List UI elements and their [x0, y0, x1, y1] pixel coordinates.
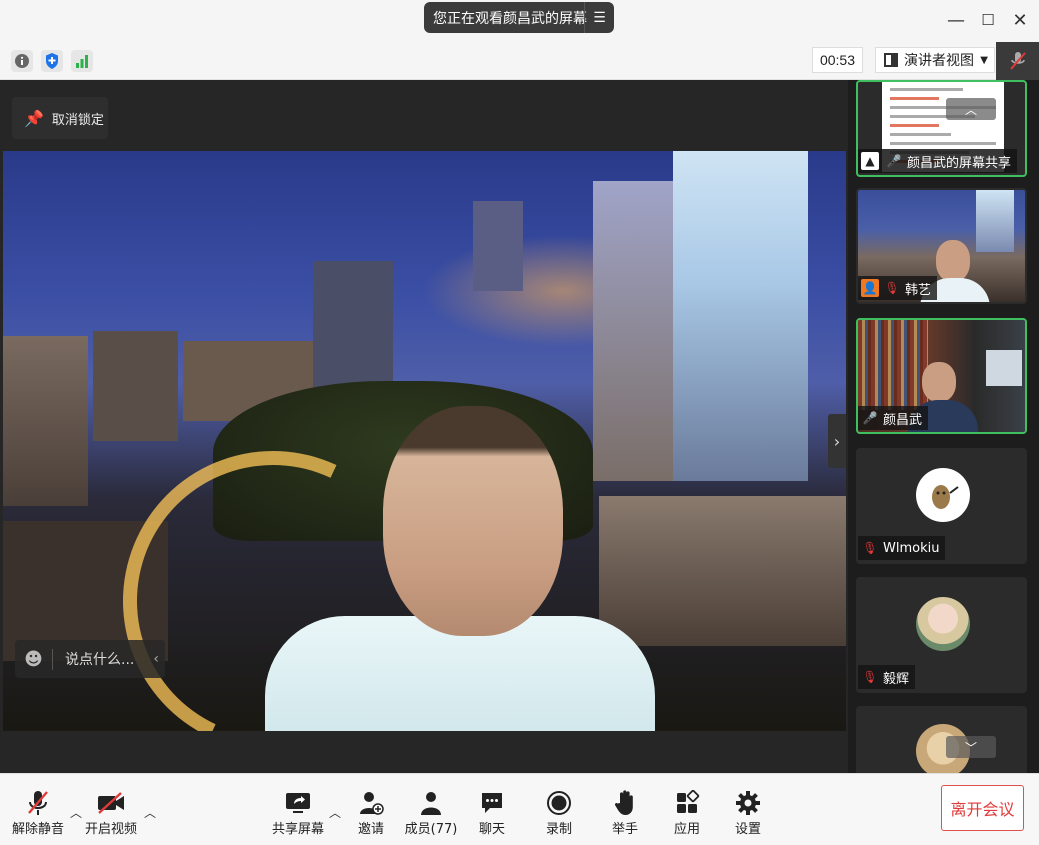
share-screen-icon [284, 788, 312, 818]
raise-hand-button[interactable]: 举手 [595, 788, 655, 842]
chat-button[interactable]: 聊天 [462, 788, 522, 842]
minimize-button[interactable]: — [944, 8, 968, 32]
emoji-icon[interactable]: ☻ [15, 648, 53, 670]
share-screen-label: 共享屏幕 [271, 822, 324, 837]
title-bar: 您正在观看颜昌武的屏幕 ☰ — ☐ ✕ [0, 0, 1039, 42]
participant-tile[interactable]: ︿ ▲ 🎤 颜昌武的屏幕共享 [856, 80, 1027, 177]
mic-off-toggle[interactable] [996, 42, 1039, 80]
scroll-up-button[interactable]: ︿ [946, 98, 996, 120]
close-button[interactable]: ✕ [1008, 8, 1032, 32]
maximize-button[interactable]: ☐ [976, 8, 1000, 32]
info-icon[interactable] [11, 50, 33, 72]
participant-name: 韩艺 [905, 282, 932, 298]
unlock-label: 取消锁定 [51, 112, 104, 128]
apps-icon [674, 788, 700, 818]
speaker-person [265, 406, 655, 731]
invite-label: 邀请 [357, 822, 384, 837]
view-mode-select[interactable]: 演讲者视图 ▼ [875, 47, 995, 73]
mic-off-icon: 🎙 [884, 281, 900, 295]
raise-hand-label: 举手 [611, 822, 638, 837]
mic-icon: 🎤 [886, 154, 902, 168]
participant-name: 颜昌武 [883, 412, 923, 428]
main-video-stage: 📌 取消锁定 ☻ 说点什么... ‹ › [0, 80, 848, 773]
person-icon: 👤 [861, 279, 879, 297]
start-video-label: 开启视频 [84, 822, 137, 837]
participant-tile[interactable]: ﹀ [856, 706, 1027, 773]
sharing-notice-pill: 您正在观看颜昌武的屏幕 ☰ [424, 2, 614, 33]
avatar [916, 597, 970, 651]
members-button[interactable]: 成员(77) [401, 788, 461, 842]
participant-tile[interactable]: 🎙 毅辉 [856, 577, 1027, 693]
leave-meeting-button[interactable]: 离开会议 [941, 785, 1024, 831]
mic-off-icon [26, 788, 50, 818]
gear-icon [735, 788, 761, 818]
participant-name: Wlmokiu [883, 540, 940, 556]
shield-icon[interactable] [41, 50, 63, 72]
chevron-up-icon[interactable]: ︿ [329, 804, 341, 821]
chevron-up-icon[interactable]: ︿ [144, 804, 156, 821]
video-off-icon [96, 788, 126, 818]
settings-label: 设置 [734, 822, 761, 837]
toolbar: 00:53 演讲者视图 ▼ [0, 42, 1039, 80]
layout-icon [884, 53, 898, 67]
avatar [916, 468, 970, 522]
chat-label: 聊天 [478, 822, 505, 837]
participant-tile[interactable]: 🎤 颜昌武 [856, 318, 1027, 434]
view-mode-label: 演讲者视图 [904, 53, 974, 69]
mic-off-icon: 🎙 [862, 541, 878, 555]
sharing-notice-text: 您正在观看颜昌武的屏幕 [433, 10, 587, 27]
meeting-timer: 00:53 [812, 47, 863, 73]
unlock-pin-button[interactable]: 📌 取消锁定 [12, 97, 108, 139]
participant-tile[interactable]: 👤 🎙 韩艺 [856, 188, 1027, 304]
participant-tile[interactable]: 🎙 Wlmokiu [856, 448, 1027, 564]
chevron-left-icon[interactable]: ‹ [153, 651, 159, 667]
unmute-label: 解除静音 [11, 822, 64, 837]
members-label: 成员(77) [404, 822, 458, 837]
mic-off-icon [1009, 52, 1026, 70]
chevron-down-icon: ▼ [980, 54, 988, 66]
screen-share-icon: ▲ [861, 152, 879, 170]
apps-label: 应用 [673, 822, 700, 837]
share-screen-button[interactable]: 共享屏幕 [268, 788, 328, 842]
bottom-toolbar: 解除静音 ︿ 开启视频 ︿ 共享屏幕 ︿ 邀请 成员(77) 聊天 录制 举手 … [0, 773, 1039, 845]
chat-icon [479, 788, 505, 818]
settings-button[interactable]: 设置 [718, 788, 778, 842]
participant-name: 毅辉 [883, 671, 910, 687]
apps-button[interactable]: 应用 [657, 788, 717, 842]
scroll-down-button[interactable]: ﹀ [946, 736, 996, 758]
list-icon[interactable]: ☰ [584, 2, 614, 33]
participant-name: 颜昌武的屏幕共享 [907, 155, 1012, 171]
mic-icon: 🎤 [862, 411, 878, 425]
pin-icon: 📌 [24, 108, 44, 128]
panel-collapse-button[interactable]: › [828, 414, 846, 468]
members-icon [418, 788, 444, 818]
record-button[interactable]: 录制 [529, 788, 589, 842]
chat-quick-input[interactable]: ☻ 说点什么... ‹ [15, 640, 165, 678]
start-video-button[interactable]: 开启视频 [81, 788, 141, 842]
invite-button[interactable]: 邀请 [341, 788, 401, 842]
hand-icon [613, 788, 637, 818]
record-icon [546, 788, 572, 818]
signal-icon[interactable] [71, 50, 93, 72]
add-user-icon [358, 788, 384, 818]
unmute-button[interactable]: 解除静音 [8, 788, 68, 842]
chat-placeholder: 说点什么... [65, 652, 135, 668]
participant-panel: ︿ ▲ 🎤 颜昌武的屏幕共享 👤 🎙 韩艺 🎤 颜昌武 🎙 Wlmokiu 🎙 … [848, 80, 1039, 773]
mic-off-icon: 🎙 [862, 670, 878, 684]
record-label: 录制 [545, 822, 572, 837]
